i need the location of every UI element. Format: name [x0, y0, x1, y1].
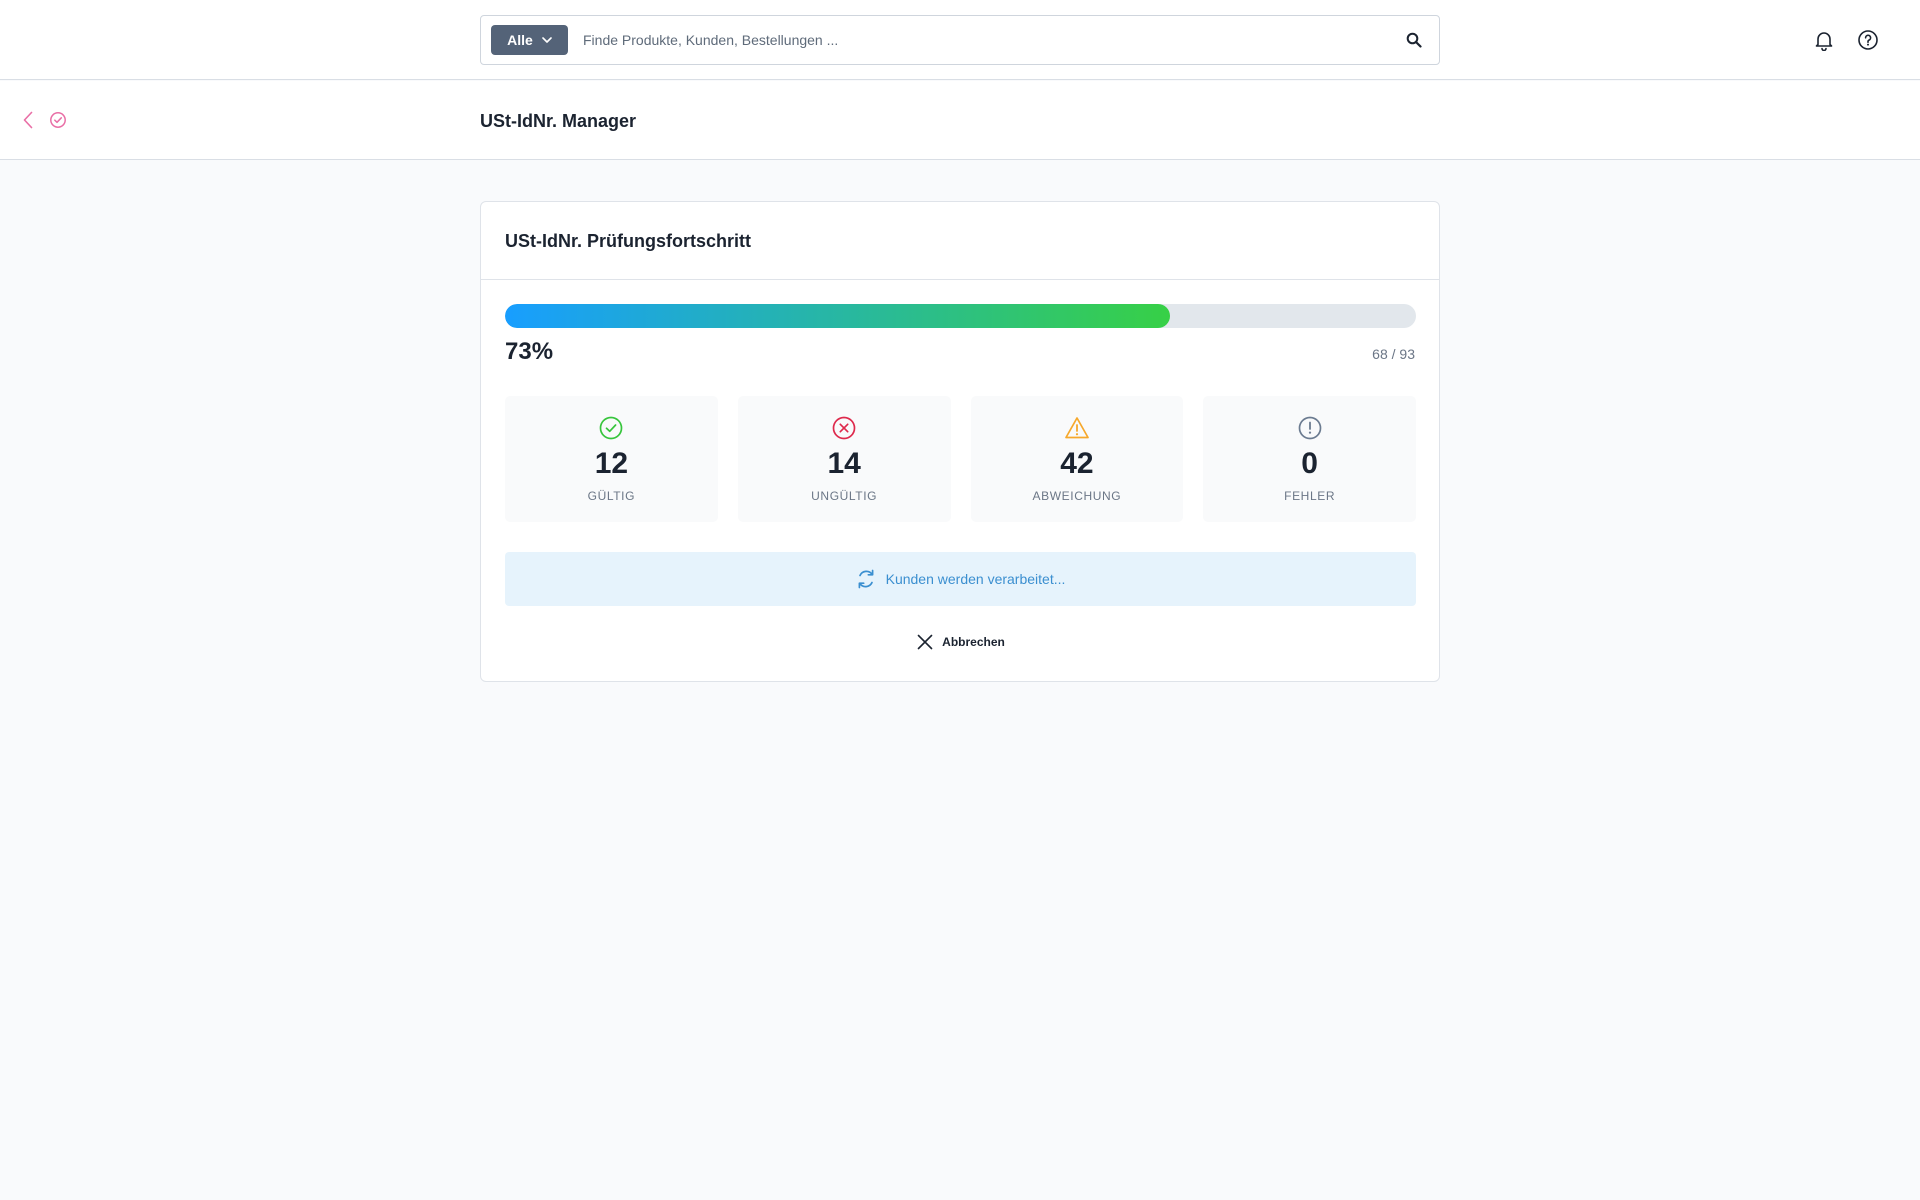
- processing-status: Kunden werden verarbeitet...: [505, 552, 1416, 606]
- stats-grid: 12 GÜLTIG 14 UNGÜLTIG 42 ABWEICHUNG 0 FE…: [505, 396, 1416, 522]
- close-icon: [917, 634, 933, 650]
- smart-bar: USt-IdNr. Manager: [0, 81, 1920, 160]
- help-button[interactable]: [1856, 28, 1880, 52]
- card-title: USt-IdNr. Prüfungsfortschritt: [505, 231, 751, 251]
- refresh-icon: [858, 569, 874, 589]
- search-button[interactable]: [1389, 15, 1439, 65]
- stat-deviation: 42 ABWEICHUNG: [970, 396, 1184, 522]
- chevron-left-icon: [23, 111, 33, 129]
- global-search: Alle: [480, 15, 1440, 65]
- stat-label: GÜLTIG: [587, 489, 636, 503]
- check-circle-icon: [50, 112, 66, 128]
- stat-valid: 12 GÜLTIG: [505, 396, 718, 522]
- back-button[interactable]: [18, 109, 38, 131]
- info-circle-icon: [1298, 416, 1321, 440]
- progress-card: USt-IdNr. Prüfungsfortschritt 73% 68 / 9…: [480, 201, 1440, 682]
- cancel-button[interactable]: Abbrechen: [481, 627, 1441, 657]
- stat-value: 12: [594, 447, 629, 480]
- stat-error: 0 FEHLER: [1203, 396, 1416, 522]
- status-text: Kunden werden verarbeitet...: [885, 571, 1066, 587]
- check-circle-icon: [600, 416, 623, 440]
- progress-count: 68 / 93: [1372, 346, 1415, 362]
- progress-bar-fill: [505, 304, 1171, 328]
- search-input[interactable]: [583, 16, 1389, 64]
- progress-percent: 73%: [505, 338, 554, 365]
- top-bar: Alle: [0, 0, 1920, 80]
- search-icon: [1406, 32, 1422, 48]
- stat-value: 42: [1060, 447, 1094, 480]
- help-icon: [1858, 30, 1878, 50]
- module-indicator: [48, 110, 68, 130]
- progress-bar: [505, 304, 1416, 328]
- chevron-down-icon: [542, 37, 552, 43]
- search-type-label: Alle: [507, 32, 533, 48]
- stat-label: ABWEICHUNG: [1032, 489, 1122, 503]
- warning-icon: [1065, 417, 1089, 439]
- stat-value: 0: [1301, 447, 1318, 480]
- page-title: USt-IdNr. Manager: [480, 111, 637, 131]
- stat-invalid: 14 UNGÜLTIG: [737, 396, 951, 522]
- notifications-button[interactable]: [1812, 28, 1836, 52]
- x-circle-icon: [832, 416, 856, 440]
- stat-value: 14: [827, 447, 861, 480]
- stat-label: UNGÜLTIG: [811, 489, 878, 503]
- cancel-label: Abbrechen: [942, 635, 1005, 649]
- bell-icon: [1815, 32, 1833, 51]
- search-type-dropdown[interactable]: Alle: [491, 25, 568, 55]
- stat-label: FEHLER: [1284, 489, 1336, 503]
- card-header: USt-IdNr. Prüfungsfortschritt: [481, 202, 1439, 280]
